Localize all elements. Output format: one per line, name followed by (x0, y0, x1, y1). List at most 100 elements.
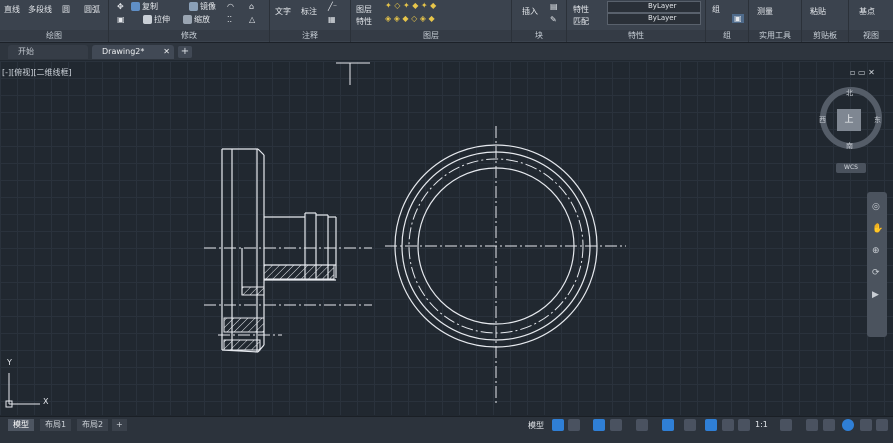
isodraft-icon[interactable] (636, 419, 648, 431)
modify-panel-title[interactable]: 修改 (109, 30, 269, 41)
layer-properties-button[interactable]: 图层 特性 (356, 4, 372, 28)
leader-icon[interactable]: ╱⁻ (328, 2, 337, 11)
group-button[interactable]: 组 (712, 4, 720, 15)
linetype-dropdown-value: ByLayer (648, 14, 677, 22)
showmotion-icon[interactable]: ▶ (872, 290, 879, 300)
block-panel-title[interactable]: 块 (512, 30, 566, 41)
circle-button[interactable]: 圆 (62, 4, 70, 15)
text-button[interactable]: 文字 (275, 6, 291, 17)
compass-east[interactable]: 东 (874, 115, 881, 125)
stretch-label: 拉伸 (154, 15, 170, 24)
draw-panel: 直线 多段线 圆 圆弧 绘图 (0, 0, 109, 42)
customization-menu-icon[interactable] (876, 419, 888, 431)
new-layout-button[interactable]: + (112, 419, 127, 431)
color-dropdown[interactable]: ByLayer (607, 1, 701, 13)
array-icon[interactable]: ⁚⁚ (227, 15, 232, 24)
hatched-sections (223, 264, 335, 351)
add-icon[interactable] (806, 419, 818, 431)
clipboard-panel: 粘贴 剪贴板 (802, 0, 849, 42)
auto-scale-icon[interactable] (722, 419, 734, 431)
groups-panel: 组 ▣ 组 (706, 0, 749, 42)
polar-icon[interactable] (610, 419, 622, 431)
wcs-menu[interactable]: WCS (836, 163, 866, 173)
compass-north[interactable]: 北 (846, 88, 853, 98)
object-snap-icon[interactable] (662, 419, 674, 431)
erase-icon[interactable]: ⌂ (249, 2, 254, 11)
arc-button[interactable]: 圆弧 (84, 4, 100, 15)
fillet-icon[interactable]: ◠ (227, 2, 234, 11)
units-icon[interactable] (823, 419, 835, 431)
mirror-label: 镜像 (200, 2, 216, 11)
snap-icon[interactable] (568, 419, 580, 431)
measure-button[interactable]: 测量 (757, 6, 773, 17)
offset-icon[interactable]: △ (249, 15, 255, 24)
edit-block-icon[interactable]: ✎ (550, 15, 557, 24)
line-button[interactable]: 直线 (4, 4, 20, 15)
layers-panel: 图层 特性 ✦ ◇ ✦ ◆ ✦ ◆ ◈ ◈ ◆ ◇ ◈ ◆ 图层 (351, 0, 512, 42)
crosshair-cursor (336, 62, 370, 85)
clipboard-panel-title[interactable]: 剪贴板 (802, 30, 848, 41)
compass-west[interactable]: 西 (819, 115, 826, 125)
match-properties-button[interactable]: 特性 匹配 (573, 4, 589, 28)
properties-panel-title[interactable]: 特性 (567, 30, 705, 41)
lineweight-icon[interactable] (684, 419, 696, 431)
pan-icon[interactable]: ✋ (872, 224, 883, 234)
layers-panel-title[interactable]: 图层 (351, 30, 511, 41)
groups-panel-title[interactable]: 组 (706, 30, 748, 41)
fullscreen-icon[interactable] (860, 419, 872, 431)
tab-drawing2[interactable]: Drawing2* ✕ (92, 45, 174, 59)
annotation-scale-value[interactable]: 1:1 (755, 420, 768, 429)
model-space-toggle[interactable]: 模型 (528, 420, 544, 431)
properties-panel: 特性 匹配 ByLayer ByLayer 特性 (567, 0, 706, 42)
drawing-geometry (5, 62, 626, 408)
annotation-visibility-icon[interactable] (705, 419, 717, 431)
ucs-icon (5, 373, 40, 408)
linetype-dropdown[interactable]: ByLayer (607, 13, 701, 25)
zoom-icon[interactable]: ⊕ (872, 246, 880, 256)
scale-label: 缩放 (194, 15, 210, 24)
annotate-panel-title[interactable]: 注释 (270, 30, 350, 41)
create-block-icon[interactable]: ▤ (550, 2, 558, 11)
orbit-icon[interactable]: ⟳ (872, 268, 880, 278)
stretch-button[interactable]: 拉伸 (143, 14, 170, 25)
modify-panel: ✥ 复制 镜像 ▣ 拉伸 缩放 ◠ ⌂ ⁚⁚ △ 修改 (109, 0, 270, 42)
paste-button[interactable]: 粘贴 (810, 6, 826, 17)
utilities-panel-title[interactable]: 实用工具 (749, 30, 801, 41)
compass-south[interactable]: 南 (846, 141, 853, 151)
base-point-button[interactable]: 基点 (859, 6, 875, 17)
ortho-icon[interactable] (593, 419, 605, 431)
polyline-button[interactable]: 多段线 (28, 4, 52, 15)
grid-icon[interactable] (552, 419, 564, 431)
ucs-x-label: X (43, 397, 49, 406)
status-bar: 模型 布局1 布局2 + 模型 1:1 (0, 416, 893, 443)
group-select-icon[interactable]: ▣ (732, 14, 744, 23)
scale-button[interactable]: 缩放 (183, 14, 210, 25)
table-icon[interactable]: ▦ (328, 15, 336, 24)
viewcube-top-face[interactable]: 上 (837, 109, 861, 131)
layer-tools-icon[interactable]: ◈ ◈ ◆ ◇ ◈ ◆ (385, 14, 435, 23)
insert-button[interactable]: 插入 (522, 6, 538, 17)
mirror-icon (189, 2, 198, 11)
view-panel-title[interactable]: 视图 (849, 30, 893, 41)
mirror-button[interactable]: 镜像 (189, 1, 216, 12)
move-icon[interactable]: ✥ (117, 2, 124, 11)
steering-wheel-icon[interactable]: ◎ (872, 202, 880, 212)
block-panel: 插入 ▤ ✎ 块 (512, 0, 567, 42)
dimension-button[interactable]: 标注 (301, 6, 317, 17)
rotate-icon[interactable]: ▣ (117, 15, 125, 24)
annotation-scale-icon[interactable] (738, 419, 750, 431)
isolate-objects-icon[interactable] (842, 419, 854, 431)
layer-states-icon[interactable]: ✦ ◇ ✦ ◆ ✦ ◆ (385, 1, 436, 10)
tab-start[interactable]: 开始 (8, 45, 88, 59)
close-tab-icon[interactable]: ✕ (163, 45, 170, 59)
layout-tab-model[interactable]: 模型 (8, 419, 34, 431)
layout-tab-layout2[interactable]: 布局2 (77, 419, 109, 431)
workspace-gear-icon[interactable] (780, 419, 792, 431)
new-tab-button[interactable]: + (178, 46, 192, 58)
ribbon: 直线 多段线 圆 圆弧 绘图 ✥ 复制 镜像 ▣ 拉伸 缩放 ◠ ⌂ ⁚⁚ △ … (0, 0, 893, 43)
draw-panel-title[interactable]: 绘图 (0, 30, 108, 41)
layout-tab-layout1[interactable]: 布局1 (40, 419, 72, 431)
copy-button[interactable]: 复制 (131, 1, 158, 12)
tab-drawing2-label: Drawing2* (102, 47, 145, 56)
stretch-icon (143, 15, 152, 24)
